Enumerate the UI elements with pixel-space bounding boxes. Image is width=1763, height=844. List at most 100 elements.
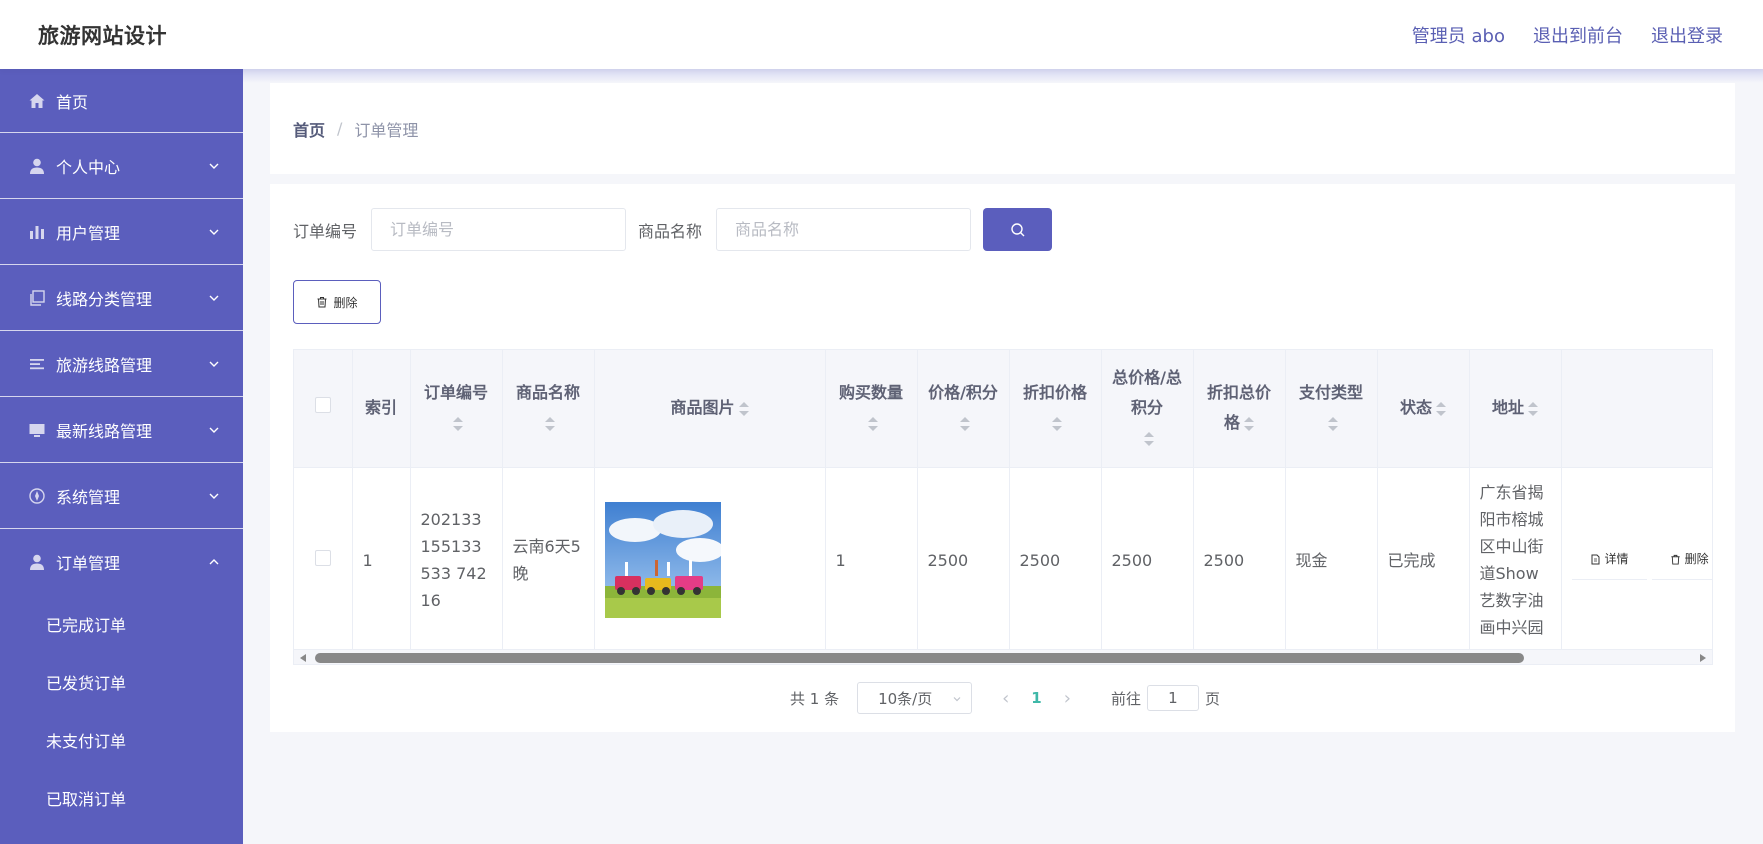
cell-total: 2500 [1101, 467, 1194, 654]
sort-icon[interactable] [1436, 401, 1446, 417]
sidebar-item-home[interactable]: 首页 [0, 69, 243, 133]
sort-icon[interactable] [738, 401, 749, 417]
sort-icon[interactable] [868, 416, 878, 432]
horizontal-scrollbar[interactable] [293, 649, 1713, 665]
sidebar-subitem-completed-orders[interactable]: 已完成订单 [0, 595, 243, 653]
th-discount-total[interactable]: 折扣总价格 [1193, 350, 1286, 468]
th-order-no[interactable]: 订单编号 [410, 350, 503, 468]
sidebar-subitem-shipped-orders[interactable]: 已发货订单 [0, 653, 243, 711]
site-title: 旅游网站设计 [38, 23, 167, 48]
sidebar-subitem-unpaid-orders[interactable]: 未支付订单 [0, 711, 243, 769]
sidebar-item-route-category[interactable]: 线路分类管理 [0, 265, 243, 331]
page-number-current[interactable]: 1 [1031, 689, 1041, 707]
scroll-left-arrow-icon[interactable] [300, 654, 306, 662]
home-icon [28, 92, 46, 110]
breadcrumb: 首页 / 订单管理 [270, 83, 1735, 174]
page-size-select[interactable]: 10条/页 [857, 682, 973, 714]
cell-order-no: 202133155133533 74216 [410, 467, 503, 654]
th-total[interactable]: 总价格/总积分 [1101, 350, 1194, 468]
row-checkbox[interactable] [314, 549, 331, 566]
th-pay-type[interactable]: 支付类型 [1285, 350, 1378, 468]
detail-button[interactable]: 详情 [1571, 540, 1647, 580]
sidebar-item-label: 旅游线路管理 [56, 355, 153, 375]
breadcrumb-separator: / [337, 119, 343, 138]
th-index: 索引 [352, 350, 411, 468]
th-price[interactable]: 价格/积分 [917, 350, 1010, 468]
sidebar-item-system-management[interactable]: 系统管理 [0, 463, 243, 529]
user-icon [28, 157, 46, 175]
sidebar-item-latest-routes[interactable]: 最新线路管理 [0, 397, 243, 463]
copy-icon [28, 289, 46, 307]
sort-icon[interactable] [1052, 416, 1062, 432]
compass-icon [28, 487, 46, 505]
sort-icon[interactable] [1528, 401, 1538, 417]
trash-icon [1670, 554, 1680, 565]
row-delete-button[interactable]: 删除 [1651, 540, 1712, 580]
scroll-right-arrow-icon[interactable] [1700, 654, 1706, 662]
select-all-cell [294, 350, 353, 468]
sort-icon[interactable] [453, 416, 463, 432]
chevron-down-icon [209, 229, 219, 235]
sidebar-item-user-management[interactable]: 用户管理 [0, 199, 243, 265]
goto-prefix: 前往 [1110, 689, 1141, 708]
batch-delete-label: 删除 [333, 295, 358, 310]
sidebar-item-label: 用户管理 [56, 223, 121, 243]
monitor-icon [28, 421, 46, 439]
sort-icon[interactable] [1144, 431, 1154, 447]
goto-suffix: 页 [1204, 689, 1220, 708]
chevron-down-icon [209, 427, 219, 433]
sidebar-item-label: 首页 [56, 92, 89, 112]
product-thumbnail-image[interactable] [604, 502, 721, 618]
order-no-input[interactable] [371, 208, 627, 251]
user-icon [28, 553, 46, 571]
th-product-name[interactable]: 商品名称 [502, 350, 595, 468]
th-status[interactable]: 状态 [1377, 350, 1470, 468]
chevron-down-icon [209, 163, 219, 169]
cell-actions: 详情 删除 [1561, 467, 1712, 654]
order-no-label: 订单编号 [293, 221, 358, 241]
cell-status: 已完成 [1377, 467, 1470, 654]
sort-icon[interactable] [1328, 416, 1338, 432]
trash-icon [317, 297, 327, 308]
cell-product-name: 云南6天5晚 [502, 467, 595, 654]
select-all-checkbox[interactable] [314, 397, 331, 414]
scrollbar-thumb[interactable] [315, 653, 1524, 663]
cell-discount-price: 2500 [1009, 467, 1102, 654]
sidebar-item-travel-routes[interactable]: 旅游线路管理 [0, 331, 243, 397]
breadcrumb-home[interactable]: 首页 [293, 117, 325, 141]
next-page-icon[interactable]: › [1064, 688, 1071, 709]
sort-icon[interactable] [1244, 416, 1254, 432]
row-select-cell [294, 467, 353, 654]
chevron-down-icon [953, 697, 961, 702]
logout-link[interactable]: 退出登录 [1651, 22, 1723, 48]
sidebar-item-order-management[interactable]: 订单管理 [0, 529, 243, 595]
search-button[interactable] [983, 208, 1053, 251]
chevron-up-icon [209, 559, 219, 565]
search-bar: 订单编号 商品名称 [293, 208, 1053, 251]
chevron-down-icon [209, 493, 219, 499]
cell-pay-type: 现金 [1285, 467, 1378, 654]
sort-icon[interactable] [960, 416, 970, 432]
document-icon [1591, 554, 1599, 565]
sidebar-subitem-cancelled-orders[interactable]: 已取消订单 [0, 769, 243, 827]
th-discount-price[interactable]: 折扣价格 [1009, 350, 1102, 468]
goto-page-input[interactable] [1146, 685, 1199, 711]
cell-discount-total: 2500 [1193, 467, 1286, 654]
exit-to-front-link[interactable]: 退出到前台 [1533, 22, 1623, 48]
chevron-down-icon [209, 295, 219, 301]
list-icon [28, 355, 46, 373]
header-shadow [243, 69, 1763, 83]
prev-page-icon[interactable]: ‹ [1002, 688, 1009, 709]
sidebar-item-personal-center[interactable]: 个人中心 [0, 133, 243, 199]
th-quantity[interactable]: 购买数量 [825, 350, 918, 468]
th-product-image[interactable]: 商品图片 [594, 350, 826, 468]
sort-icon[interactable] [545, 416, 555, 432]
table-row: 1 202133155133533 74216 云南6天5晚 1 2500 25… [294, 467, 1712, 654]
th-actions [1561, 350, 1712, 468]
admin-user-link[interactable]: 管理员 abo [1412, 22, 1505, 48]
th-address[interactable]: 地址 [1469, 350, 1562, 468]
sidebar-item-label: 线路分类管理 [56, 289, 153, 309]
top-header: 旅游网站设计 管理员 abo 退出到前台 退出登录 [0, 0, 1763, 69]
product-name-input[interactable] [716, 208, 972, 251]
batch-delete-button[interactable]: 删除 [293, 280, 381, 324]
